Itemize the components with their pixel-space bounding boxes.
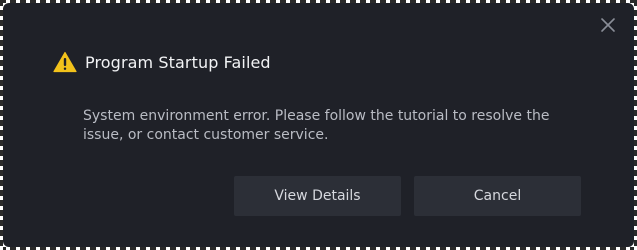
close-icon[interactable] (598, 15, 618, 35)
view-details-button[interactable]: View Details (234, 176, 401, 216)
error-message: System environment error. Please follow … (83, 108, 550, 143)
warning-triangle-icon (53, 51, 77, 73)
error-dialog: Program Startup Failed System environmen… (3, 3, 634, 247)
dialog-title: Program Startup Failed (85, 52, 271, 72)
cancel-button[interactable]: Cancel (414, 176, 581, 216)
close-button[interactable] (598, 15, 618, 35)
dialog-header: Program Startup Failed (53, 51, 271, 73)
screen-frame: Program Startup Failed System environmen… (0, 0, 637, 250)
